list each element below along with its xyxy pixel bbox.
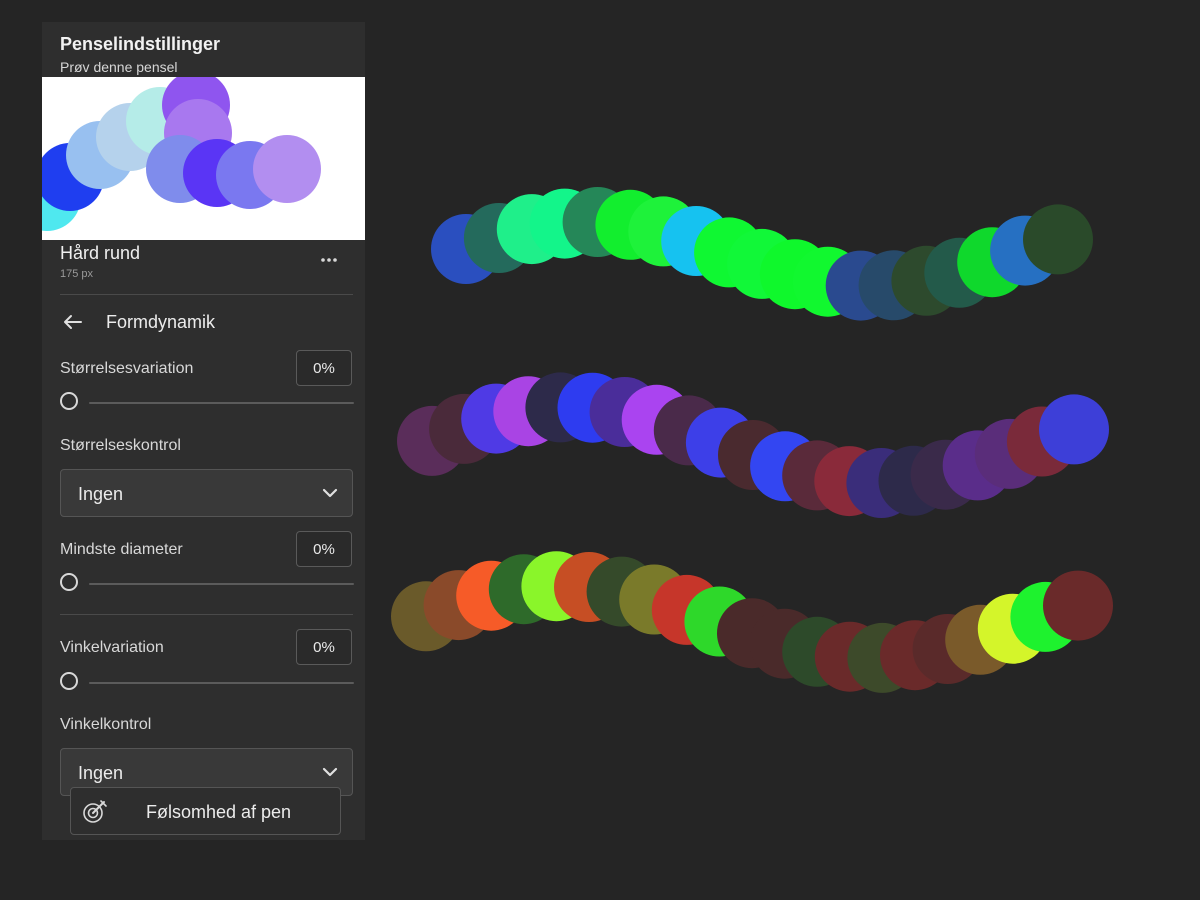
angle-control-label: Vinkelkontrol xyxy=(60,716,152,733)
size-control-selected: Ingen xyxy=(78,484,124,504)
size-variation-slider[interactable] xyxy=(59,390,354,416)
min-diameter-slider[interactable] xyxy=(59,571,354,597)
brush-stroke xyxy=(431,187,1093,321)
chevron-down-icon xyxy=(322,488,338,498)
stroke-dab xyxy=(1039,394,1109,465)
slider-track xyxy=(89,583,354,585)
back-button[interactable] xyxy=(60,309,86,335)
angle-variation-value[interactable]: 0% xyxy=(296,629,352,665)
brush-preview-area[interactable] xyxy=(42,77,365,240)
divider xyxy=(60,294,353,295)
pen-sensitivity-button[interactable]: Følsomhed af pen xyxy=(70,787,341,835)
canvas-strokes[interactable] xyxy=(380,180,1140,720)
brush-preview-strokes xyxy=(42,77,321,231)
min-diameter-value[interactable]: 0% xyxy=(296,531,352,567)
panel-subtitle: Prøv denne pensel xyxy=(60,59,178,75)
more-options-button[interactable] xyxy=(314,248,344,272)
slider-track xyxy=(89,682,354,684)
brush-size: 175 px xyxy=(60,268,94,280)
brush-name: Hård rund xyxy=(60,243,141,263)
size-variation-label: Størrelsesvariation xyxy=(60,360,194,377)
stroke-dab xyxy=(1043,570,1113,641)
more-horizontal-icon xyxy=(321,258,337,262)
slider-track xyxy=(89,402,354,404)
stroke-dab xyxy=(1023,204,1093,275)
slider-thumb[interactable] xyxy=(60,392,78,410)
preview-dab xyxy=(253,135,321,203)
brush-stroke xyxy=(397,372,1109,518)
size-control-label: Størrelseskontrol xyxy=(60,437,181,454)
slider-thumb[interactable] xyxy=(60,573,78,591)
panel-title: Penselindstillinger xyxy=(60,34,221,54)
divider xyxy=(60,614,353,615)
angle-variation-slider[interactable] xyxy=(59,670,354,696)
brush-settings-panel: Penselindstillinger Prøv denne pensel Hå… xyxy=(42,22,365,840)
section-title: Formdynamik xyxy=(106,312,216,332)
size-variation-value[interactable]: 0% xyxy=(296,350,352,386)
chevron-down-icon xyxy=(322,767,338,777)
brush-stroke xyxy=(391,551,1113,693)
size-control-dropdown[interactable]: Ingen xyxy=(60,469,353,517)
angle-control-selected: Ingen xyxy=(78,763,124,783)
pen-sensitivity-label: Følsomhed af pen xyxy=(146,802,292,822)
arrow-left-icon xyxy=(64,315,82,329)
slider-thumb[interactable] xyxy=(60,672,78,690)
min-diameter-label: Mindste diameter xyxy=(60,541,183,558)
pen-pressure-icon xyxy=(83,800,107,823)
angle-variation-label: Vinkelvariation xyxy=(60,639,164,656)
